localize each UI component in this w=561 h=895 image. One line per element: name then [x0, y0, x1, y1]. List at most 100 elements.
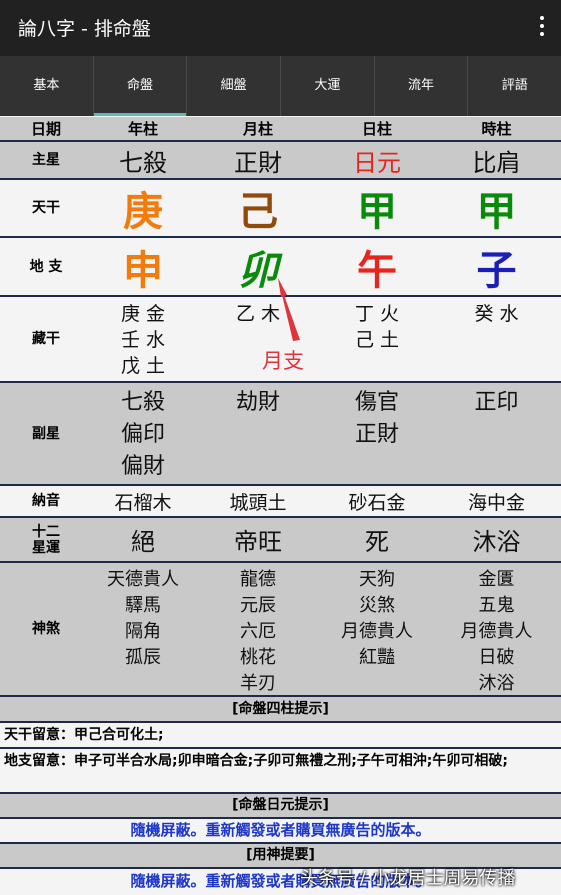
annotation-label: 月支: [262, 349, 304, 373]
main-star-hour: 比肩: [472, 148, 521, 177]
stem-hour: 甲: [476, 189, 517, 235]
hidden-stem-item: 戊 土: [120, 355, 166, 377]
shensha-hour: 金匱 五鬼 月德貴人 日破 沐浴: [432, 563, 561, 695]
main-star-year: 七殺: [119, 148, 167, 177]
twelve-stage-day: 死: [365, 528, 389, 556]
col-day-header: 日柱: [361, 120, 392, 138]
branch-year: 申: [123, 247, 163, 294]
shensha-item: 五鬼: [478, 595, 515, 616]
row-label-nayin: 納音: [32, 493, 60, 509]
hidden-stem-item: 癸 水: [474, 303, 519, 325]
stem-year: 庚: [123, 189, 163, 235]
shensha-item: 紅豔: [359, 647, 395, 668]
row-label-twelve-stage: 十二星運: [32, 523, 60, 556]
tab-detail[interactable]: 細盤: [187, 56, 282, 116]
heavenly-stem-row: 天干 庚 己 甲 甲: [0, 180, 561, 238]
sub-star-day: 傷官 正財: [322, 383, 432, 484]
shensha-item: 金匱: [478, 569, 515, 590]
nayin-row: 納音 石榴木 城頭土 砂石金 海中金: [0, 486, 561, 518]
tab-dayun[interactable]: 大運: [281, 56, 375, 116]
col-hour-header: 時柱: [481, 120, 512, 138]
branch-note: 地支留意：申子可半合水局;卯申暗合金;子卯可無禮之刑;子午可相沖;午卯可相破;: [0, 749, 561, 794]
twelve-stage-year: 絕: [131, 528, 155, 556]
watermark: 头条号 / 小龙居士周易传播: [300, 868, 516, 889]
sub-star-item: 傷官: [354, 390, 399, 415]
shensha-item: 羊刃: [240, 673, 276, 694]
shensha-item: 六厄: [240, 621, 276, 642]
nayin-day: 砂石金: [348, 491, 406, 514]
sub-star-item: 正印: [474, 390, 519, 415]
blocked-message: 隨機屏蔽。重新觸發或者購買無廣告的版本。: [0, 819, 561, 844]
shensha-item: 龍德: [240, 569, 276, 590]
earthly-branch-row: 地 支 申 卯 午 子: [0, 238, 561, 297]
col-year-header: 年柱: [127, 120, 158, 138]
app-bar: 論八字 - 排命盤: [0, 0, 561, 56]
tab-liunian[interactable]: 流年: [375, 56, 469, 116]
sub-star-month: 劫財: [194, 383, 322, 484]
shensha-day: 天狗 災煞 月德貴人 紅豔: [322, 563, 432, 695]
main-star-day: 日元: [353, 148, 401, 177]
nayin-month: 城頭土: [229, 491, 287, 514]
row-label-branch: 地 支: [29, 258, 63, 275]
shensha-item: 沐浴: [478, 673, 515, 694]
shensha-month: 龍德 元辰 六厄 桃花 羊刃: [194, 563, 322, 695]
sub-star-row: 副星 七殺 偏印 偏財 劫財 傷官 正財 正印: [0, 383, 561, 486]
sub-star-item: 七殺: [120, 390, 165, 415]
shensha-item: 天狗: [359, 569, 395, 590]
shensha-item: 驛馬: [125, 595, 161, 616]
row-label-shensha: 神煞: [32, 621, 60, 637]
sub-star-year: 七殺 偏印 偏財: [92, 383, 194, 484]
shensha-item: 月德貴人: [341, 621, 413, 642]
branch-month: 卯: [238, 247, 278, 294]
col-month-header: 月柱: [242, 120, 273, 138]
twelve-stage-row: 十二星運 絕 帝旺 死 沐浴: [0, 518, 561, 563]
shensha-item: 隔角: [125, 621, 161, 642]
shensha-item: 孤辰: [125, 647, 161, 668]
hidden-stem-item: 庚 金: [120, 303, 166, 325]
hidden-stem-item: 己 土: [354, 329, 400, 351]
twelve-stage-month: 帝旺: [234, 528, 282, 556]
hidden-stem-item: 壬 水: [120, 329, 166, 351]
nayin-hour: 海中金: [467, 491, 525, 514]
tab-bar: 基本 命盤 細盤 大運 流年 評語: [0, 56, 561, 116]
sub-star-item: 正財: [354, 422, 399, 447]
stem-day: 甲: [357, 189, 397, 235]
branch-hour: 子: [476, 247, 517, 294]
nayin-year: 石榴木: [114, 491, 172, 514]
row-label-stem: 天干: [32, 200, 60, 216]
twelve-stage-hour: 沐浴: [472, 528, 521, 556]
shensha-item: 元辰: [240, 595, 276, 616]
sub-star-hour: 正印: [432, 383, 561, 484]
hidden-stem-item: 丁 火: [354, 303, 400, 325]
row-label-date: 日期: [30, 119, 61, 138]
main-star-row: 主星 七殺 正財 日元 比肩: [0, 142, 561, 180]
branch-day: 午: [357, 247, 397, 294]
shensha-item: 天德貴人: [107, 569, 179, 590]
app-title: 論八字 - 排命盤: [18, 18, 151, 40]
more-options-icon[interactable]: [539, 16, 545, 38]
pillar-header-row: 日期 年柱 月柱 日柱 時柱: [0, 117, 561, 142]
sub-star-item: 偏印: [120, 422, 165, 447]
hidden-stem-day: 丁 火 己 土: [322, 297, 432, 381]
stem-month: 己: [238, 189, 278, 235]
sub-star-item: 偏財: [120, 454, 165, 479]
row-label-main-star: 主星: [32, 152, 60, 168]
tab-review[interactable]: 評語: [468, 56, 561, 116]
pillars-hint-title: [命盤四柱提示]: [0, 697, 561, 723]
tab-basic[interactable]: 基本: [0, 56, 94, 116]
shensha-item: 桃花: [240, 647, 276, 668]
shensha-item: 日破: [478, 647, 515, 668]
hidden-stem-year: 庚 金 壬 水 戊 土: [92, 297, 194, 381]
shensha-item: 月德貴人: [460, 621, 533, 642]
hidden-stem-hour: 癸 水: [432, 297, 561, 381]
tab-chart[interactable]: 命盤: [93, 56, 188, 116]
row-label-sub-star: 副星: [32, 425, 60, 442]
day-master-hint-title: [命盤日元提示]: [0, 794, 561, 819]
shensha-item: 災煞: [359, 595, 395, 616]
main-star-month: 正財: [234, 148, 282, 177]
hidden-stem-item: 乙 木: [235, 303, 281, 325]
sub-star-item: 劫財: [235, 390, 280, 415]
stem-note: 天干留意：甲己合可化土;: [0, 723, 561, 749]
row-label-hidden-stem: 藏干: [32, 331, 60, 347]
shensha-year: 天德貴人 驛馬 隔角 孤辰: [92, 563, 194, 695]
